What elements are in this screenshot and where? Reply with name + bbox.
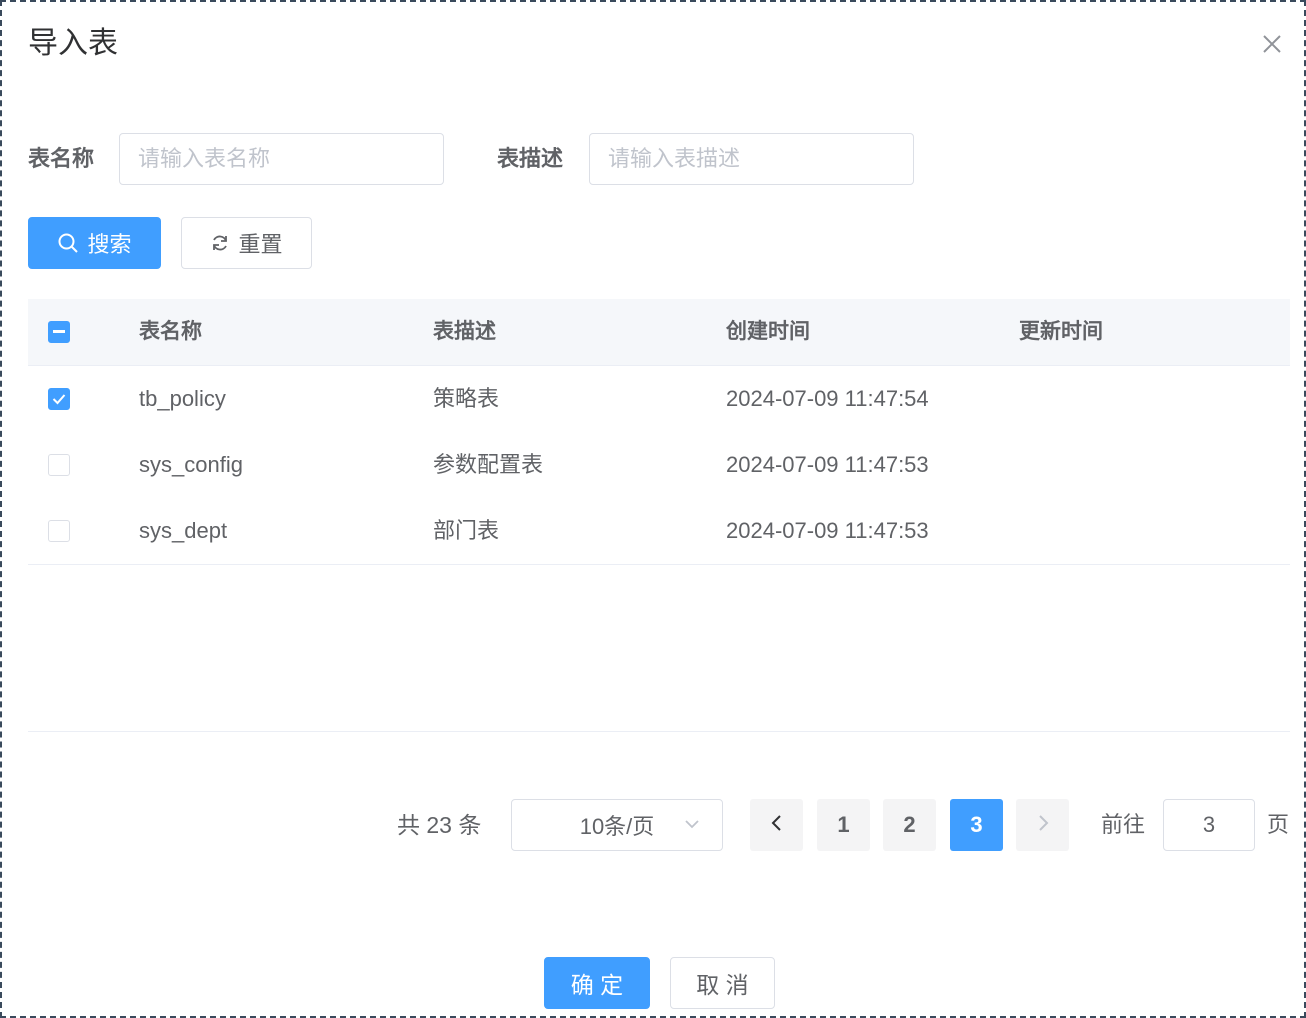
search-button-label: 搜索 — [87, 232, 132, 257]
next-page-button[interactable] — [1016, 799, 1069, 851]
table-row[interactable]: tb_policy 策略表 2024-07-09 11:47:54 — [28, 366, 1290, 433]
reset-button-label: 重置 — [238, 232, 283, 257]
chevron-right-icon — [1035, 812, 1051, 838]
confirm-button[interactable]: 确 定 — [544, 957, 650, 1009]
cell-created: 2024-07-09 11:47:53 — [726, 452, 929, 477]
cancel-button[interactable]: 取 消 — [670, 957, 775, 1009]
page-size-value: 10条/页 — [579, 814, 655, 839]
column-header-desc[interactable]: 表描述 — [433, 299, 496, 365]
close-icon[interactable] — [1258, 30, 1286, 58]
table-name-label: 表名称 — [28, 146, 95, 171]
cell-desc: 部门表 — [433, 518, 500, 543]
table-bottom-divider — [28, 731, 1290, 732]
column-header-created[interactable]: 创建时间 — [726, 299, 810, 365]
goto-page-value: 3 — [1202, 812, 1216, 837]
cell-name: tb_policy — [139, 386, 226, 411]
page-1-button[interactable]: 1 — [817, 799, 870, 851]
row-checkbox[interactable] — [48, 454, 70, 476]
search-button[interactable]: 搜索 — [28, 217, 161, 269]
page-3-button[interactable]: 3 — [950, 799, 1003, 851]
pagination-total: 共 23 条 — [397, 812, 482, 838]
page-size-select[interactable]: 10条/页 — [511, 799, 723, 851]
chevron-left-icon — [769, 812, 785, 838]
table-desc-input[interactable]: 请输入表描述 — [589, 133, 914, 185]
goto-label: 前往 — [1101, 812, 1146, 837]
cell-desc: 策略表 — [433, 386, 500, 411]
select-all-checkbox[interactable] — [48, 321, 70, 343]
table-header: 表名称 表描述 创建时间 更新时间 — [28, 299, 1290, 366]
dialog-title: 导入表 — [28, 27, 118, 60]
table-desc-label: 表描述 — [497, 146, 564, 171]
table-desc-placeholder: 请输入表描述 — [608, 146, 741, 171]
table-name-placeholder: 请输入表名称 — [138, 146, 271, 171]
page-unit-label: 页 — [1267, 812, 1290, 837]
cell-created: 2024-07-09 11:47:53 — [726, 518, 929, 543]
tables-table: 表名称 表描述 创建时间 更新时间 tb_policy 策略表 2024-07-… — [28, 299, 1290, 732]
prev-page-button[interactable] — [750, 799, 803, 851]
refresh-icon — [210, 233, 230, 253]
row-checkbox[interactable] — [48, 388, 70, 410]
search-icon — [57, 232, 79, 254]
reset-button[interactable]: 重置 — [181, 217, 312, 269]
chevron-down-icon — [682, 814, 702, 840]
row-checkbox[interactable] — [48, 520, 70, 542]
table-name-input[interactable]: 请输入表名称 — [119, 133, 444, 185]
page-2-button[interactable]: 2 — [883, 799, 936, 851]
cell-created: 2024-07-09 11:47:54 — [726, 386, 929, 411]
table-row[interactable]: sys_dept 部门表 2024-07-09 11:47:53 — [28, 498, 1290, 565]
cell-desc: 参数配置表 — [433, 452, 544, 477]
column-header-name[interactable]: 表名称 — [139, 299, 202, 365]
cell-name: sys_dept — [139, 518, 228, 543]
goto-page-input[interactable]: 3 — [1163, 799, 1255, 851]
cell-name: sys_config — [139, 452, 243, 477]
import-table-dialog: 导入表 表名称 请输入表名称 表描述 请输入表描述 搜索 重置 表名称 表描述 … — [0, 0, 1306, 1018]
column-header-updated[interactable]: 更新时间 — [1019, 299, 1103, 365]
table-row[interactable]: sys_config 参数配置表 2024-07-09 11:47:53 — [28, 432, 1290, 499]
